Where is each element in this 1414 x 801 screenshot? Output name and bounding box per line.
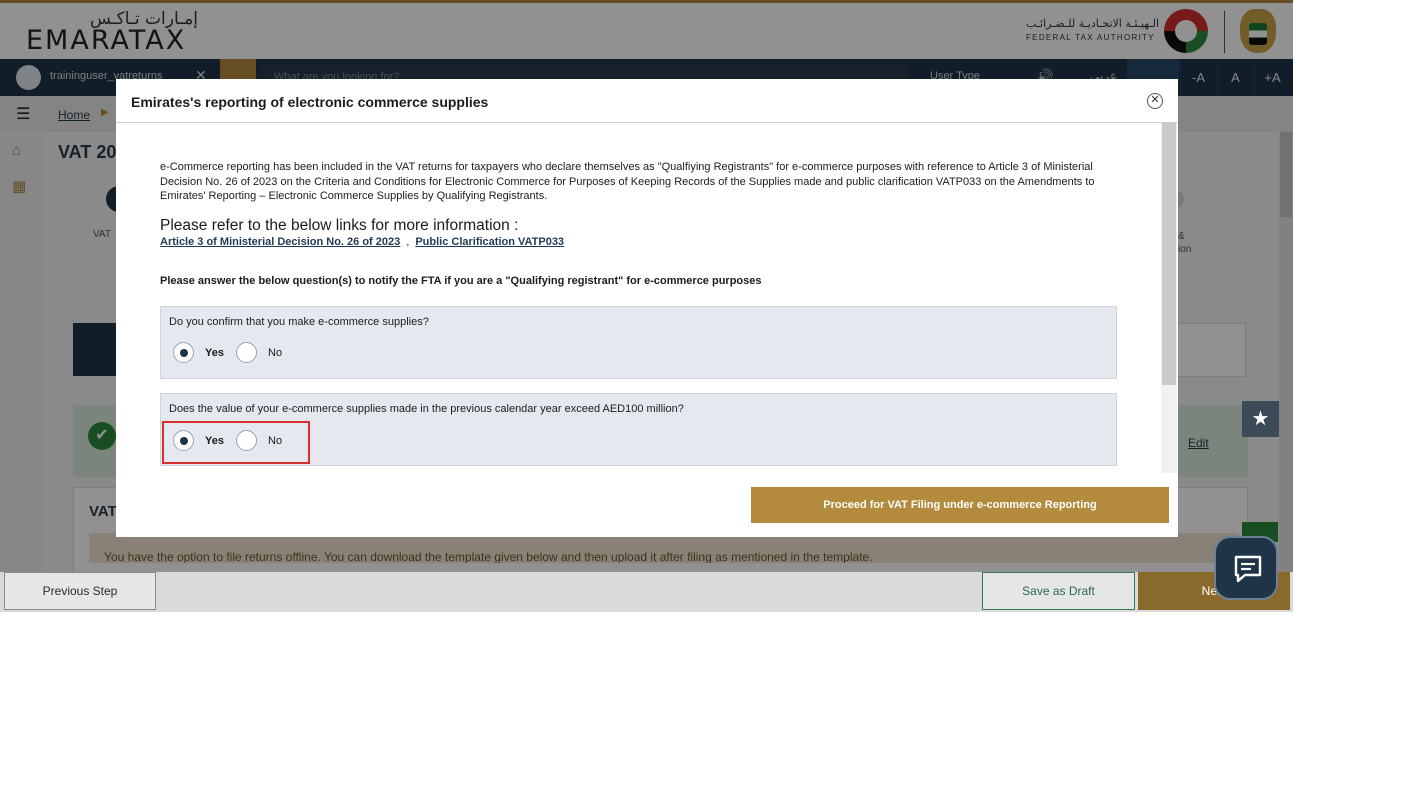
question-text: Does the value of your e-commerce suppli… [169, 403, 684, 415]
question-box-1: Do you confirm that you make e-commerce … [160, 306, 1117, 379]
yes-label: Yes [205, 435, 224, 447]
ministerial-decision-link[interactable]: Article 3 of Ministerial Decision No. 26… [160, 236, 400, 248]
question-2-yes-radio[interactable] [173, 430, 194, 451]
question-2-no-radio[interactable] [236, 430, 257, 451]
info-links: Article 3 of Ministerial Decision No. 26… [160, 236, 564, 248]
yes-label: Yes [205, 347, 224, 359]
modal-divider [116, 122, 1178, 123]
close-circle-icon[interactable]: ✕ [1147, 93, 1163, 109]
question-1-yes-radio[interactable] [173, 342, 194, 363]
chat-bubble-icon [1234, 555, 1262, 583]
no-label: No [268, 435, 283, 447]
previous-step-button[interactable]: Previous Step [4, 572, 156, 610]
no-label: No [268, 347, 283, 359]
intro-paragraph: e-Commerce reporting has been included i… [160, 161, 1095, 202]
refer-heading: Please refer to the below links for more… [160, 217, 519, 234]
chat-icon[interactable] [1214, 536, 1278, 600]
link-separator: , [406, 236, 410, 248]
ecommerce-modal: Emirates's reporting of electronic comme… [116, 79, 1178, 537]
question-note: Please answer the below question(s) to n… [160, 275, 762, 287]
app-root: إمـارات تـاكـس EMARATAX الـهيـئـة الاتحـ… [0, 0, 1293, 612]
proceed-vat-filing-button[interactable]: Proceed for VAT Filing under e-commerce … [751, 487, 1169, 523]
star-icon[interactable]: ★ [1242, 401, 1279, 437]
question-text: Do you confirm that you make e-commerce … [169, 316, 429, 328]
question-box-2: Does the value of your e-commerce suppli… [160, 393, 1117, 466]
modal-title: Emirates's reporting of electronic comme… [131, 94, 489, 110]
save-draft-button[interactable]: Save as Draft [982, 572, 1135, 610]
public-clarification-link[interactable]: Public Clarification VATP033 [415, 236, 564, 248]
modal-scrollbar-thumb[interactable] [1162, 123, 1176, 385]
question-1-no-radio[interactable] [236, 342, 257, 363]
footer-bar: Previous Step Save as Draft Next [0, 572, 1293, 612]
